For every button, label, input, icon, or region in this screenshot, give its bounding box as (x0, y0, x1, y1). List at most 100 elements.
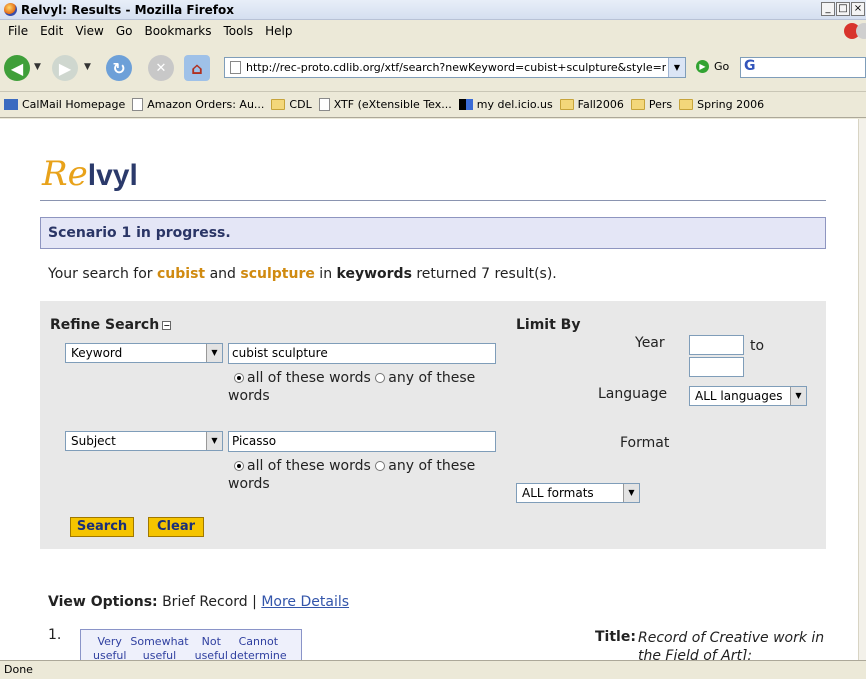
folder-icon (271, 99, 286, 110)
menu-help[interactable]: Help (265, 24, 292, 38)
stop-button[interactable]: ✕ (148, 55, 174, 81)
summary-term2: sculpture (240, 266, 315, 282)
chevron-down-icon: ▼ (206, 432, 222, 450)
language-select[interactable]: ALL languages ▼ (689, 386, 807, 406)
bookmark-cdl[interactable]: CDL (271, 98, 312, 111)
radio-any-words-2[interactable] (375, 461, 386, 471)
more-details-link[interactable]: More Details (261, 594, 349, 610)
refine-heading-text: Refine Search (50, 317, 160, 333)
bookmarks-toolbar: CalMail Homepage Amazon Orders: Au... CD… (0, 92, 866, 118)
logo-part1: Re (42, 154, 88, 194)
bookmark-amazon[interactable]: Amazon Orders: Au... (132, 98, 264, 111)
page-icon (318, 98, 330, 111)
minimize-button[interactable]: _ (821, 2, 835, 16)
bookmark-label: Spring 2006 (697, 98, 765, 111)
search-summary: Your search for cubist and sculpture in … (48, 266, 557, 282)
field-select-1-value: Keyword (71, 346, 123, 360)
url-bar[interactable]: http://rec-proto.cdlib.org/xtf/search?ne… (224, 57, 686, 78)
go-button[interactable]: ▶ Go (696, 60, 729, 73)
menu-view[interactable]: View (75, 24, 103, 38)
search-term-input-2[interactable]: Picasso (228, 431, 496, 452)
vertical-scrollbar[interactable] (858, 119, 866, 660)
bookmark-label: XTF (eXtensible Tex... (333, 98, 452, 111)
radio-all-label: all of these words (247, 458, 371, 474)
forward-button[interactable]: ▶ (52, 55, 78, 81)
chevron-down-icon: ▼ (790, 387, 806, 405)
year-from-input[interactable] (689, 335, 744, 355)
field-select-2[interactable]: Subject ▼ (65, 431, 223, 451)
navigation-toolbar: ◀ ▼ ▶ ▼ ↻ ✕ ⌂ http://rec-proto.cdlib.org… (0, 42, 866, 92)
divider (40, 200, 826, 201)
search-term-1-value: cubist sculpture (232, 346, 328, 360)
bookmark-spring2006[interactable]: Spring 2006 (679, 98, 764, 111)
rating-very-useful[interactable]: Very useful (93, 635, 126, 660)
bookmark-label: my del.icio.us (476, 98, 553, 111)
bookmark-xtf[interactable]: XTF (eXtensible Tex... (318, 98, 452, 111)
radio-all-words-1[interactable] (234, 373, 244, 383)
url-history-dropdown-icon[interactable]: ▼ (668, 58, 685, 77)
bookmark-label: Fall2006 (577, 98, 624, 111)
summary-in: in (314, 266, 337, 282)
page-content: Relvyl Scenario 1 in progress. Your sear… (0, 119, 858, 660)
bookmark-delicious[interactable]: my del.icio.us (458, 98, 553, 111)
language-label: Language (598, 386, 668, 402)
rating-somewhat-useful[interactable]: Somewhat useful (130, 635, 188, 660)
close-button[interactable]: × (851, 2, 865, 16)
menu-file[interactable]: File (8, 24, 28, 38)
summary-field: keywords (336, 266, 412, 282)
rating-not-useful[interactable]: Not useful (195, 635, 228, 660)
menu-bar: File Edit View Go Bookmarks Tools Help (0, 20, 866, 42)
field-select-1[interactable]: Keyword ▼ (65, 343, 223, 363)
collapse-icon[interactable]: − (162, 320, 172, 330)
title-value[interactable]: Record of Creative work in the Field of … (638, 629, 838, 660)
menu-tools[interactable]: Tools (224, 24, 254, 38)
maximize-button[interactable]: □ (836, 2, 850, 16)
year-to-input[interactable] (689, 357, 744, 377)
match-options-1: all of these words any of these words (228, 369, 494, 405)
refine-search-panel: Refine Search − Keyword ▼ cubist sculptur… (40, 301, 826, 549)
to-label: to (750, 338, 765, 354)
summary-term1: cubist (157, 266, 206, 282)
radio-any-label: any of these (388, 370, 476, 386)
rating-label-top: Somewhat (130, 635, 189, 648)
view-options-separator: | (247, 594, 262, 610)
radio-any-label-wrap: words (228, 476, 270, 492)
brief-record-option: Brief Record (162, 594, 248, 610)
scenario-banner: Scenario 1 in progress. (40, 217, 826, 249)
home-button[interactable]: ⌂ (184, 55, 210, 81)
reload-button[interactable]: ↻ (106, 55, 132, 81)
forward-dropdown-icon[interactable]: ▼ (84, 62, 91, 72)
menu-bookmarks[interactable]: Bookmarks (144, 24, 211, 38)
format-select[interactable]: ALL formats ▼ (516, 483, 640, 503)
limit-by-heading: Limit By (516, 317, 581, 333)
rating-cannot-determine[interactable]: Cannot determine (230, 635, 287, 660)
summary-suffix: returned 7 result(s). (411, 266, 557, 282)
search-term-input-1[interactable]: cubist sculpture (228, 343, 496, 364)
google-icon: G (744, 58, 756, 74)
mail-icon (4, 99, 18, 110)
menu-edit[interactable]: Edit (40, 24, 63, 38)
usefulness-rating-box: Very useful Somewhat useful Not useful Cann… (80, 629, 302, 660)
radio-any-words-1[interactable] (375, 373, 386, 383)
menu-go[interactable]: Go (116, 24, 133, 38)
bookmark-pers[interactable]: Pers (630, 98, 672, 111)
back-button[interactable]: ◀ (4, 55, 30, 81)
clear-button[interactable]: Clear (148, 517, 204, 537)
bookmark-label: Amazon Orders: Au... (147, 98, 265, 111)
go-arrow-icon: ▶ (696, 60, 709, 73)
chevron-down-icon: ▼ (623, 484, 639, 502)
url-text: http://rec-proto.cdlib.org/xtf/search?ne… (246, 61, 666, 74)
folder-icon (559, 99, 574, 110)
search-button[interactable]: Search (70, 517, 134, 537)
radio-all-words-2[interactable] (234, 461, 244, 471)
firefox-icon (4, 3, 17, 16)
folder-icon (679, 99, 694, 110)
bookmark-label: CalMail Homepage (22, 98, 126, 111)
google-search-box[interactable]: G (740, 57, 866, 78)
bookmark-calmail[interactable]: CalMail Homepage (4, 98, 125, 111)
back-dropdown-icon[interactable]: ▼ (34, 62, 41, 72)
page-icon (230, 61, 241, 74)
summary-and: and (205, 266, 241, 282)
logo-part2: lvyl (87, 159, 138, 192)
bookmark-fall2006[interactable]: Fall2006 (559, 98, 624, 111)
